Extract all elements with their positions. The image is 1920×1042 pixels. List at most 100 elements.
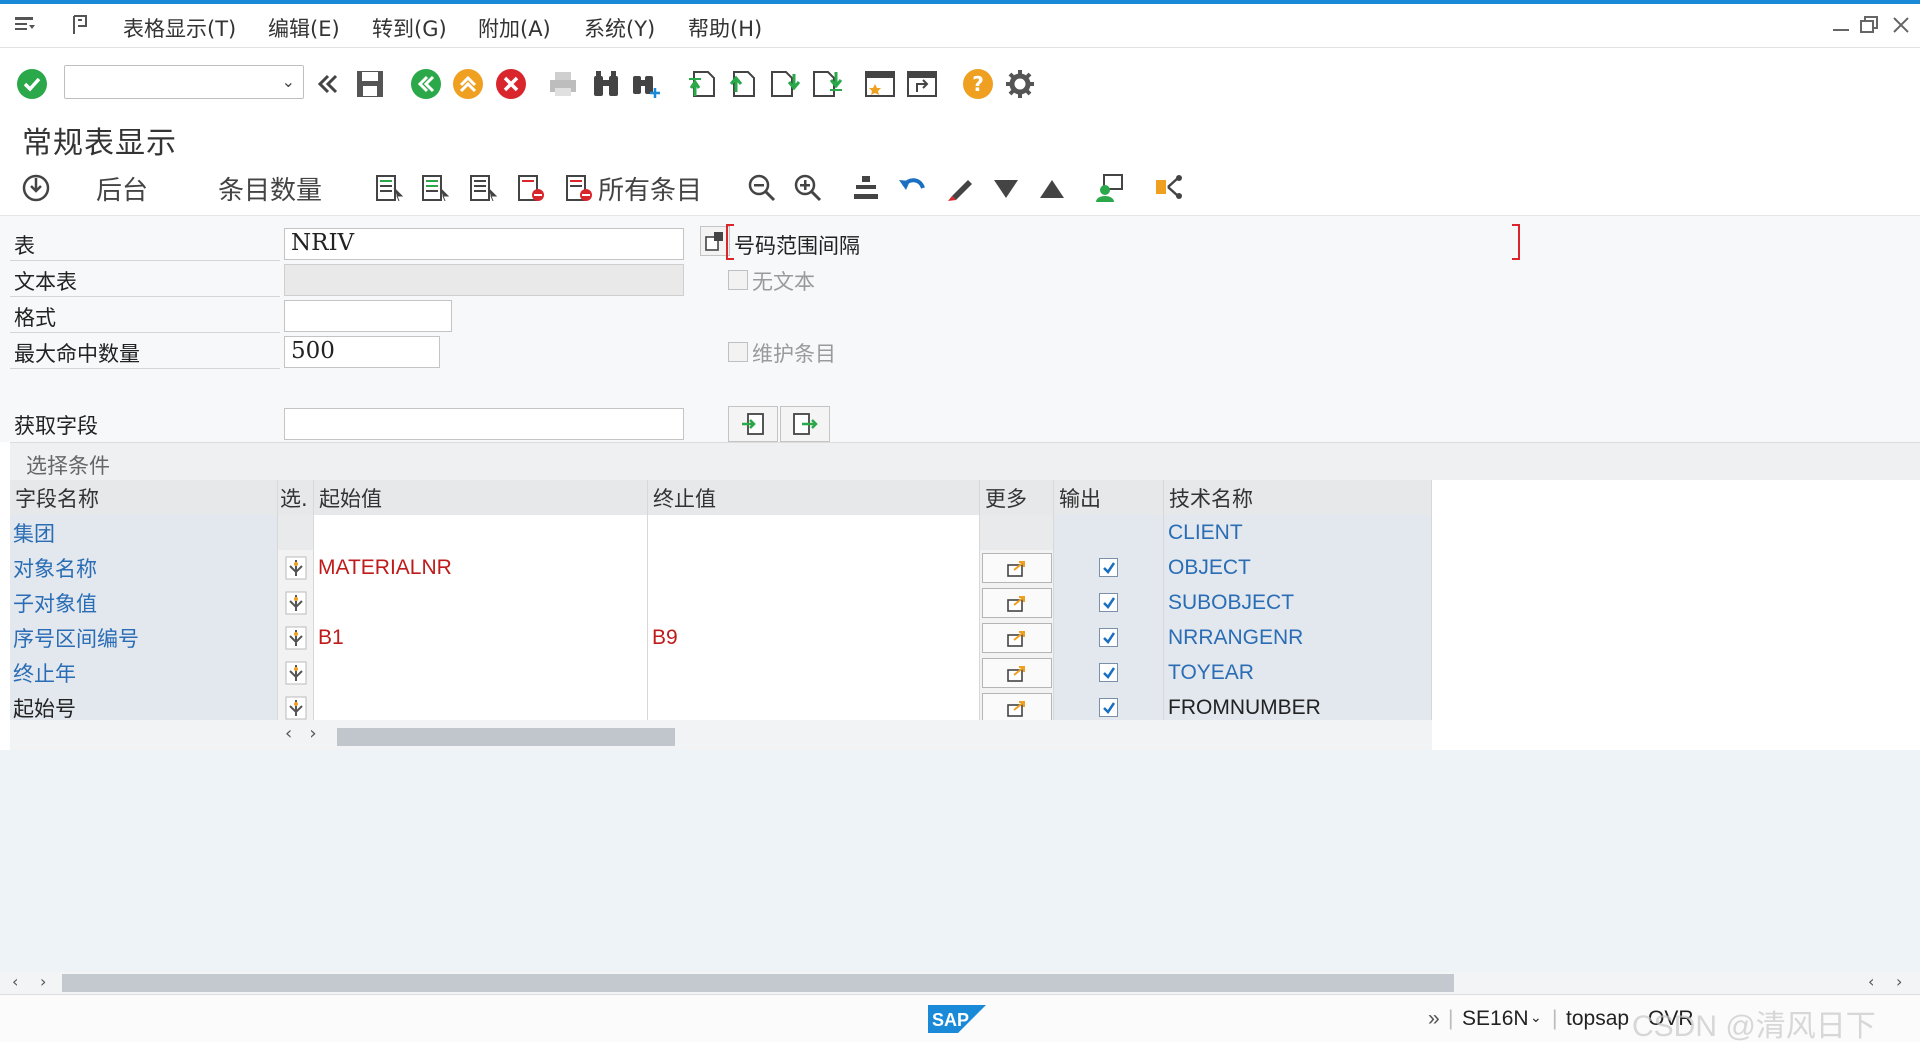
table-horizontal-scrollbar[interactable]: ‹ › [10, 720, 1432, 750]
field-name-cell[interactable]: 终止年 [10, 655, 278, 690]
to-input[interactable]: B9 [648, 620, 980, 655]
from-input[interactable]: B1 [314, 620, 648, 655]
collapse-double-left-icon[interactable] [310, 66, 346, 102]
back-icon[interactable] [408, 66, 444, 102]
scroll-thumb[interactable] [337, 728, 675, 746]
select-block-icon[interactable] [420, 170, 450, 206]
next-page-icon[interactable] [766, 66, 802, 102]
check-icon [1102, 596, 1115, 609]
find-next-icon[interactable] [628, 66, 664, 102]
enter-check-icon[interactable] [14, 66, 50, 102]
to-input[interactable] [648, 655, 980, 690]
sel-option-button[interactable] [278, 585, 314, 620]
background-button[interactable]: 后台 [96, 170, 148, 206]
execute-icon[interactable] [20, 170, 52, 206]
from-input[interactable] [314, 655, 648, 690]
scroll-left-arrow[interactable]: ‹ [1868, 972, 1874, 991]
exit-icon[interactable] [450, 66, 486, 102]
to-input[interactable] [648, 550, 980, 585]
page-title: 常规表显示 [22, 126, 177, 161]
deselect-icon[interactable] [468, 170, 498, 206]
insert-line-icon[interactable] [850, 170, 882, 206]
sap-menu-icon[interactable] [68, 12, 94, 38]
minimize-icon[interactable] [1830, 14, 1852, 36]
transaction-code[interactable]: SE16N [1462, 1007, 1529, 1031]
menu-system[interactable]: 系统(Y) [584, 13, 655, 43]
output-checkbox[interactable] [1099, 698, 1118, 717]
menu-goto[interactable]: 转到(G) [372, 13, 447, 43]
field-import-button[interactable] [728, 406, 778, 442]
multiple-selection-button[interactable] [981, 692, 1052, 723]
entry-count-button[interactable]: 条目数量 [218, 170, 322, 206]
select-all-icon[interactable] [374, 170, 404, 206]
field-name-cell[interactable]: 序号区间编号 [10, 620, 278, 655]
help-icon[interactable]: ? [960, 66, 996, 102]
sort-ascending-icon[interactable] [1036, 170, 1068, 206]
all-entries-button[interactable]: 所有条目 [564, 170, 702, 206]
to-input[interactable] [648, 585, 980, 620]
save-icon[interactable] [352, 66, 388, 102]
output-checkbox[interactable] [1099, 628, 1118, 647]
output-checkbox[interactable] [1099, 663, 1118, 682]
sel-option-button[interactable] [278, 620, 314, 655]
get-fields-input[interactable] [284, 408, 684, 440]
output-checkbox[interactable] [1099, 558, 1118, 577]
menu-help[interactable]: 帮助(H) [688, 13, 762, 43]
maintain-entries-checkbox[interactable] [728, 342, 748, 362]
find-icon[interactable] [588, 66, 624, 102]
multiple-selection-button[interactable] [981, 622, 1052, 653]
undo-icon[interactable] [896, 170, 928, 206]
share-icon[interactable] [1152, 170, 1184, 206]
window-menu-icon[interactable] [12, 12, 38, 38]
output-cell [1054, 655, 1164, 690]
main-horizontal-scrollbar[interactable]: ‹ › ‹ › [0, 972, 1920, 994]
sel-option-button[interactable] [278, 550, 314, 585]
field-name-cell[interactable]: 集团 [10, 515, 278, 550]
field-export-button[interactable] [780, 406, 830, 442]
expand-status-icon[interactable]: » [1428, 1007, 1440, 1031]
max-hits-input[interactable]: 500 [284, 336, 440, 368]
sel-option-button[interactable] [278, 655, 314, 690]
field-name-cell[interactable]: 子对象值 [10, 585, 278, 620]
no-text-checkbox[interactable] [728, 270, 748, 290]
last-page-icon[interactable] [808, 66, 844, 102]
command-field[interactable]: ⌄ [64, 65, 304, 99]
scroll-left-arrow[interactable]: ‹ [12, 972, 18, 991]
sort-descending-icon[interactable] [990, 170, 1022, 206]
delete-row-icon[interactable] [516, 170, 546, 206]
from-input[interactable]: MATERIALNR [314, 550, 648, 585]
settings-gear-icon[interactable] [1002, 66, 1038, 102]
user-settings-icon[interactable] [1094, 170, 1126, 206]
close-window-icon[interactable] [1890, 14, 1912, 36]
to-input[interactable] [648, 515, 980, 550]
menu-table-display[interactable]: 表格显示(T) [123, 13, 236, 43]
layout-input[interactable] [284, 300, 452, 332]
scroll-right-arrow[interactable]: › [1896, 972, 1902, 991]
scroll-right-arrow[interactable]: › [40, 972, 46, 991]
zoom-out-icon[interactable] [746, 170, 778, 206]
pencil-icon[interactable] [944, 170, 976, 206]
menu-extras[interactable]: 附加(A) [478, 13, 551, 43]
generate-shortcut-icon[interactable] [904, 66, 940, 102]
chevron-down-icon[interactable]: ⌄ [282, 72, 295, 91]
menu-edit[interactable]: 编辑(E) [268, 13, 340, 43]
create-session-icon[interactable] [862, 66, 898, 102]
chevron-down-icon[interactable]: ⌄ [1530, 1009, 1542, 1026]
from-input[interactable] [314, 515, 648, 550]
restore-icon[interactable] [1858, 14, 1880, 36]
scroll-thumb[interactable] [62, 974, 1454, 992]
first-page-icon[interactable] [684, 66, 720, 102]
field-name-cell[interactable]: 对象名称 [10, 550, 278, 585]
table-row: 对象名称 MATERIALNR OBJECT [10, 550, 1432, 585]
previous-page-icon[interactable] [724, 66, 760, 102]
scroll-arrows[interactable]: ‹ › [285, 723, 317, 744]
multiple-selection-button[interactable] [981, 587, 1052, 618]
output-checkbox[interactable] [1099, 593, 1118, 612]
multiple-selection-button[interactable] [981, 657, 1052, 688]
from-input[interactable] [314, 585, 648, 620]
table-input[interactable]: NRIV [284, 228, 684, 260]
multiple-selection-button[interactable] [981, 552, 1052, 583]
zoom-in-icon[interactable] [792, 170, 824, 206]
cancel-icon[interactable] [493, 66, 529, 102]
output-cell [1054, 550, 1164, 585]
